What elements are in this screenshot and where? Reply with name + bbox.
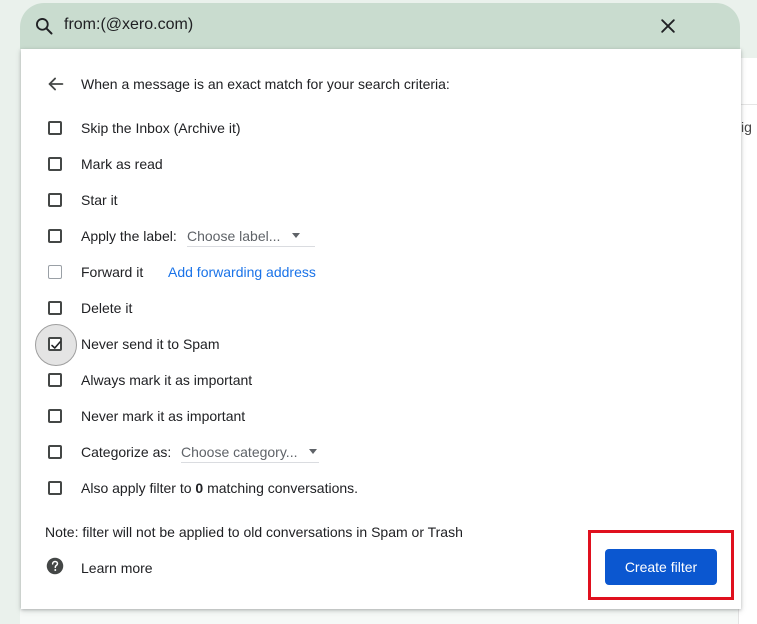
chevron-down-icon [309, 449, 318, 454]
option-star-it[interactable]: Star it [21, 182, 721, 218]
checkbox-always-important[interactable] [35, 362, 75, 398]
chevron-down-icon [292, 233, 301, 238]
checkbox-apply-label[interactable] [35, 218, 75, 254]
label-select-value: Choose label... [187, 227, 281, 244]
background-bottom [20, 608, 738, 624]
option-never-important[interactable]: Never mark it as important [21, 398, 721, 434]
arrow-back-icon[interactable] [45, 73, 67, 95]
close-icon[interactable] [658, 16, 678, 36]
option-label: Apply the label: [81, 228, 177, 244]
checkbox-apply-to-matching[interactable] [35, 470, 75, 506]
checkbox-never-spam[interactable] [35, 324, 77, 366]
option-label: Delete it [81, 300, 133, 316]
option-label: Star it [81, 192, 118, 208]
option-label: Never mark it as important [81, 408, 246, 424]
search-icon[interactable] [34, 16, 54, 36]
option-mark-as-read[interactable]: Mark as read [21, 146, 721, 182]
option-forward-it: Forward it Add forwarding address [21, 254, 721, 290]
option-skip-inbox[interactable]: Skip the Inbox (Archive it) [21, 110, 721, 146]
checkbox-never-important[interactable] [35, 398, 75, 434]
checkbox-skip-inbox[interactable] [35, 110, 75, 146]
option-label: Forward it [81, 264, 144, 280]
learn-more-link[interactable]: Learn more [81, 560, 153, 576]
checkmark-icon [51, 341, 61, 349]
background-partial-text: ig [741, 119, 752, 135]
option-label: Skip the Inbox (Archive it) [81, 120, 241, 136]
option-label: Never send it to Spam [81, 336, 220, 352]
dialog-header: When a message is an exact match for you… [81, 76, 450, 92]
category-select-value: Choose category... [181, 443, 298, 460]
option-never-spam[interactable]: Never send it to Spam [21, 324, 721, 366]
checkbox-forward-it [35, 254, 75, 290]
checkbox-mark-as-read[interactable] [35, 146, 75, 182]
option-always-important[interactable]: Always mark it as important [21, 362, 721, 398]
checkbox-categorize[interactable] [35, 434, 75, 470]
filter-note: Note: filter will not be applied to old … [45, 524, 463, 540]
option-label: Categorize as: [81, 444, 172, 460]
option-apply-to-matching[interactable]: Also apply filter to 0 matching conversa… [21, 470, 721, 506]
checkbox-delete-it[interactable] [35, 290, 75, 326]
category-select[interactable]: Choose category... [181, 441, 319, 463]
create-filter-button[interactable]: Create filter [605, 549, 717, 585]
option-label: Also apply filter to 0 matching conversa… [81, 480, 359, 496]
search-bar[interactable]: from:(@xero.com) [20, 3, 740, 49]
filter-dialog: When a message is an exact match for you… [21, 49, 741, 609]
label-select[interactable]: Choose label... [187, 225, 315, 247]
option-apply-label[interactable]: Apply the label: Choose label... [21, 218, 721, 254]
page: ig from:(@xero.com) When a message is an… [0, 0, 757, 624]
option-label: Always mark it as important [81, 372, 253, 388]
add-forwarding-address-link[interactable]: Add forwarding address [168, 264, 316, 280]
search-query[interactable]: from:(@xero.com) [64, 16, 193, 34]
checkbox-star-it[interactable] [35, 182, 75, 218]
option-delete-it[interactable]: Delete it [21, 290, 721, 326]
option-label: Mark as read [81, 156, 163, 172]
option-categorize[interactable]: Categorize as: Choose category... [21, 434, 721, 470]
help-icon[interactable] [46, 557, 64, 575]
